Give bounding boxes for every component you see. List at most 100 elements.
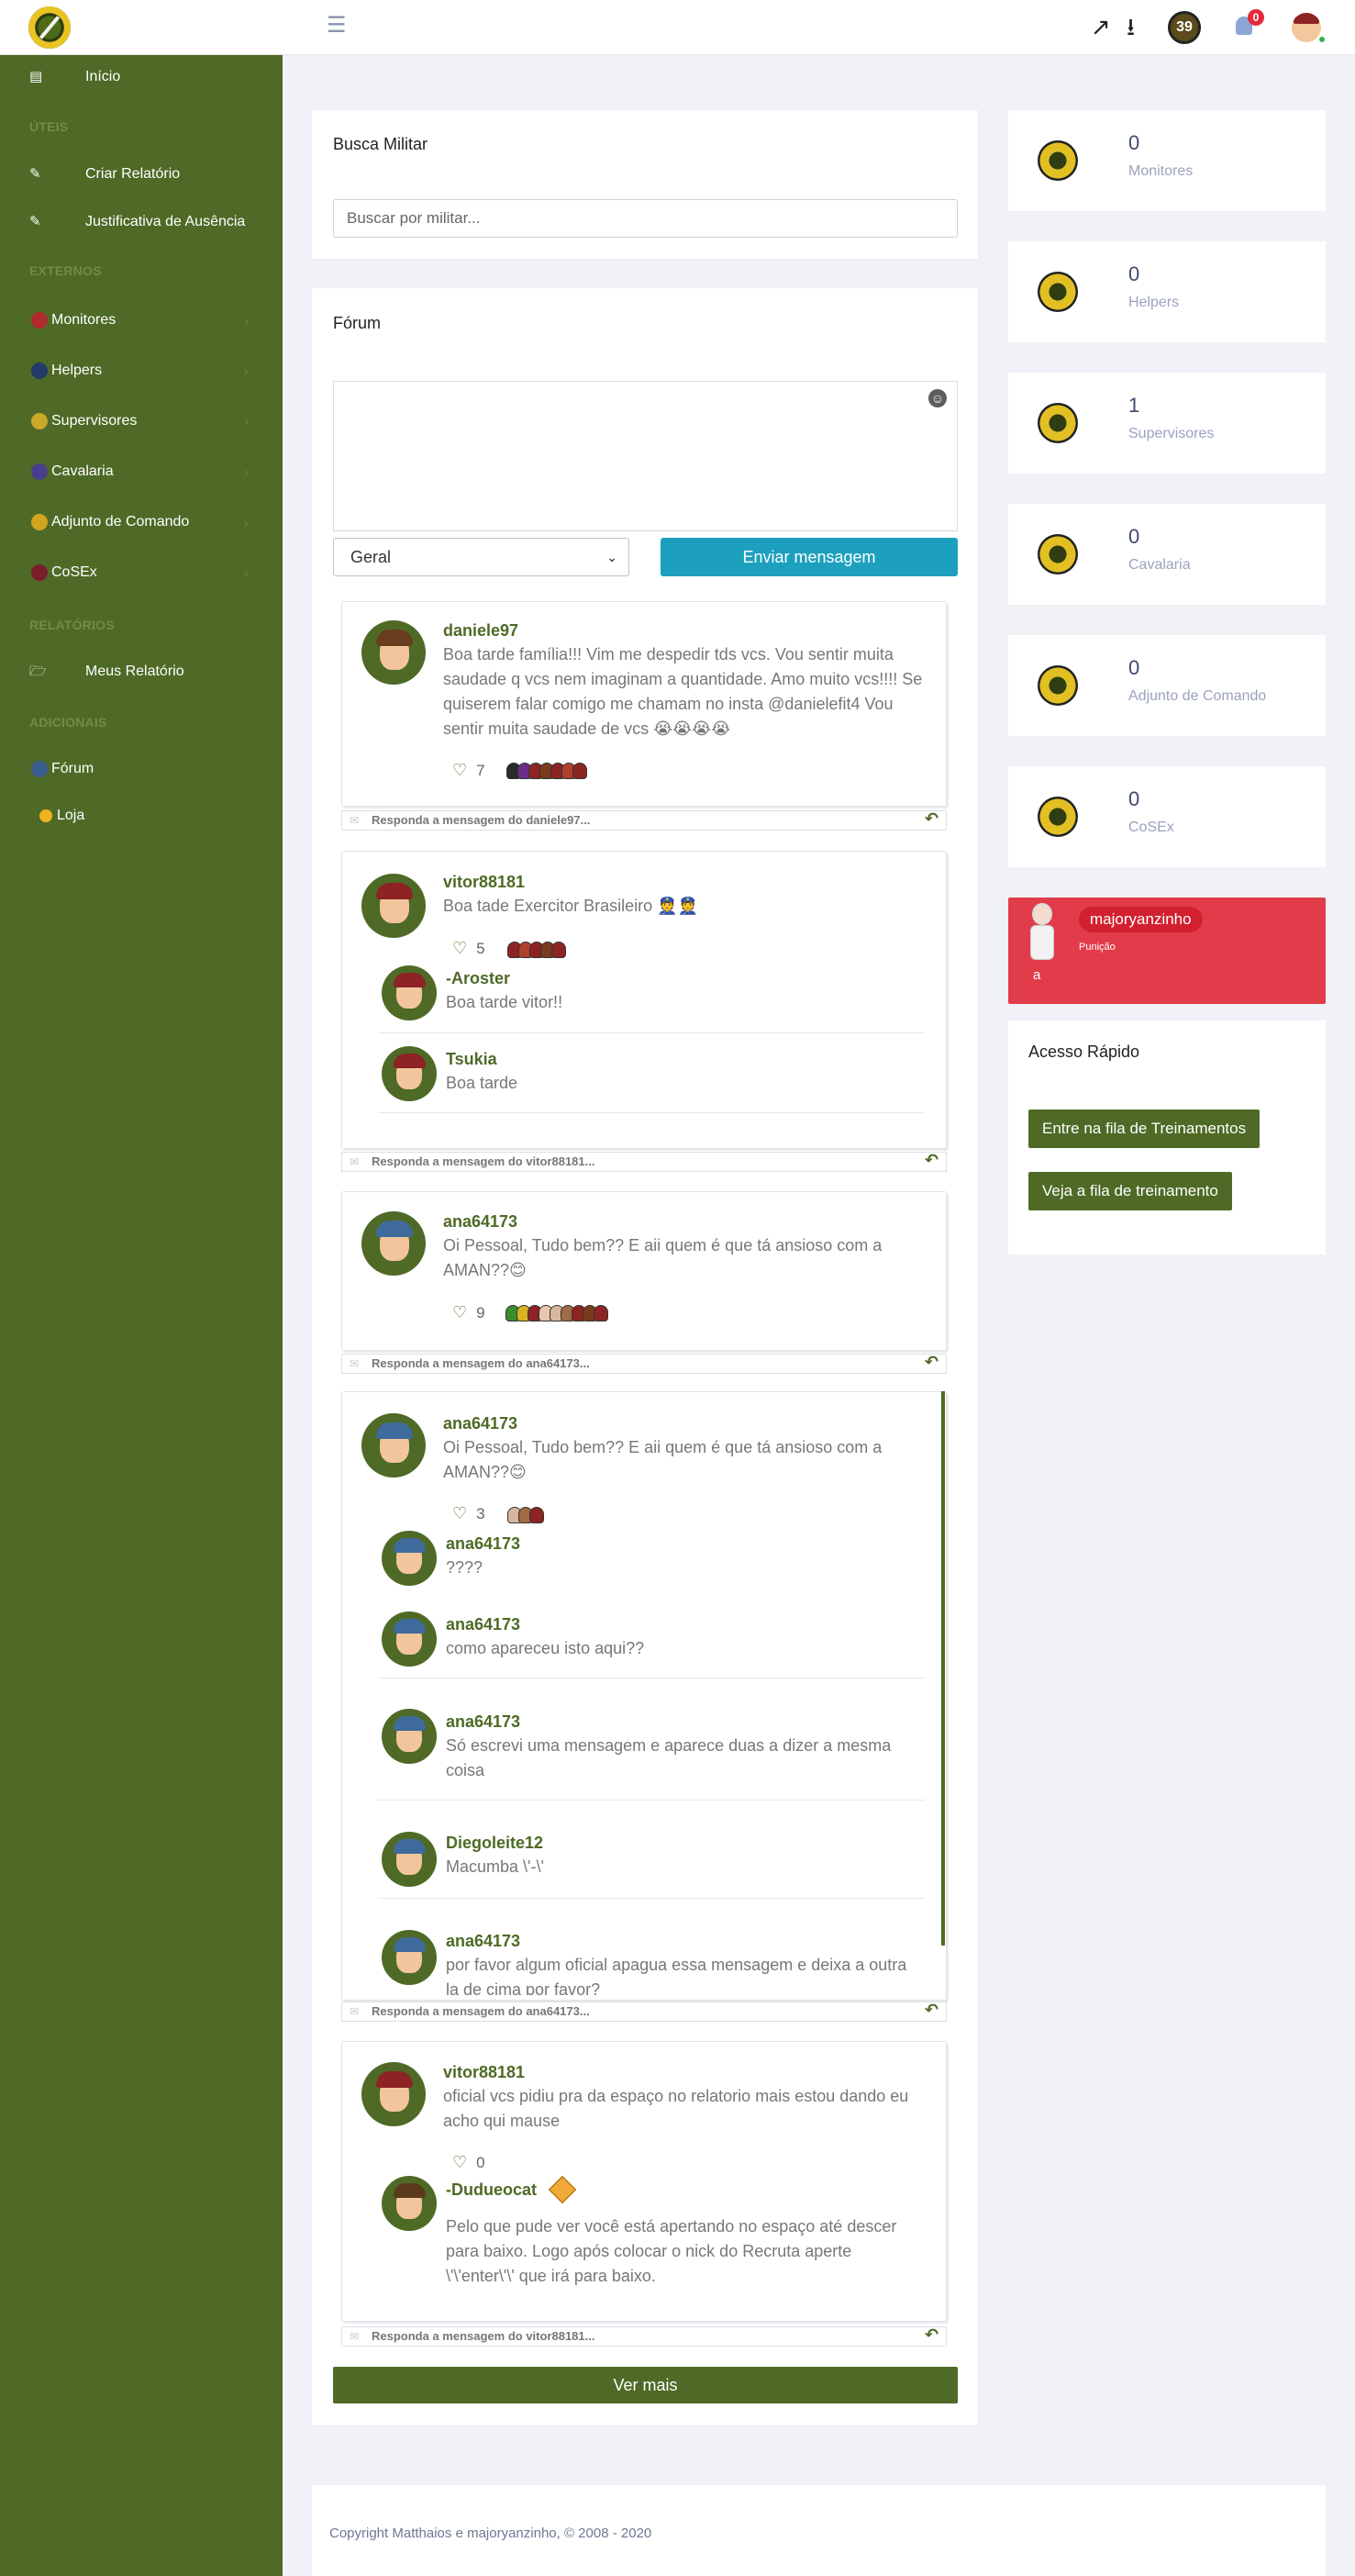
comment-username[interactable]: Diegoleite12 bbox=[446, 1834, 543, 1853]
reply-icon[interactable]: ↶ bbox=[925, 1151, 939, 1169]
adjunto-badge-icon bbox=[31, 514, 48, 530]
liker-avatars[interactable] bbox=[507, 942, 566, 958]
avatar[interactable] bbox=[361, 620, 426, 685]
post-username[interactable]: daniele97 bbox=[443, 621, 518, 641]
liker-avatars[interactable] bbox=[507, 1507, 544, 1523]
like-button[interactable]: ♡ 7 bbox=[452, 761, 485, 780]
avatar[interactable] bbox=[382, 2176, 437, 2231]
reply-bar[interactable]: ✉ Responda a mensagem do ana64173... ↶ bbox=[341, 2001, 947, 2022]
reply-icon[interactable]: ↶ bbox=[925, 1353, 939, 1371]
comments-scrollbar[interactable] bbox=[941, 1391, 945, 1946]
stat-card-helpers[interactable]: 0 Helpers bbox=[1008, 241, 1326, 342]
reply-bar[interactable]: ✉ Responda a mensagem do daniele97... ↶ bbox=[341, 809, 947, 831]
reply-bar[interactable]: ✉ Responda a mensagem do ana64173... ↶ bbox=[341, 1353, 947, 1374]
comment-username[interactable]: ana64173 bbox=[446, 1932, 520, 1951]
liker-avatars[interactable] bbox=[505, 1305, 608, 1321]
punishment-label: Punição bbox=[1079, 942, 1116, 953]
comment-username[interactable]: -Dudueocat bbox=[446, 2180, 537, 2200]
liker-avatars[interactable] bbox=[506, 763, 587, 779]
sidebar-item-cavalaria[interactable]: Cavalaria › bbox=[0, 453, 283, 490]
avatar[interactable] bbox=[361, 874, 426, 938]
comment-text: Boa tarde vitor!! bbox=[446, 993, 563, 1011]
sidebar-item-forum[interactable]: Fórum bbox=[0, 751, 283, 787]
reply-icon[interactable]: ↶ bbox=[925, 2325, 939, 2344]
like-button[interactable]: ♡ 0 bbox=[452, 2153, 485, 2172]
comment-text: ???? bbox=[446, 1558, 483, 1577]
post-username[interactable]: vitor88181 bbox=[443, 2063, 525, 2082]
rank-badge[interactable]: 39 bbox=[1168, 11, 1201, 44]
reply-icon[interactable]: ↶ bbox=[925, 809, 939, 828]
reply-bar[interactable]: ✉ Responda a mensagem do vitor88181... ↶ bbox=[341, 2325, 947, 2347]
avatar[interactable] bbox=[382, 1832, 437, 1887]
sidebar-item-monitores[interactable]: Monitores › bbox=[0, 302, 283, 339]
sidebar-item-cosex[interactable]: CoSEx › bbox=[0, 554, 283, 591]
avatar[interactable] bbox=[382, 965, 437, 1020]
heart-icon: ♡ bbox=[452, 2153, 468, 2171]
section-header-adicionais: ADICIONAIS bbox=[29, 715, 107, 730]
stat-card-adjunto[interactable]: 0 Adjunto de Comando bbox=[1008, 635, 1326, 736]
sidebar-item-label: Adjunto de Comando bbox=[51, 514, 190, 530]
avatar[interactable] bbox=[382, 1046, 437, 1101]
avatar[interactable] bbox=[361, 1413, 426, 1478]
punished-username[interactable]: majoryanzinho bbox=[1079, 907, 1203, 932]
stat-card-cavalaria[interactable]: 0 Cavalaria bbox=[1008, 504, 1326, 605]
stat-value: 0 bbox=[1128, 131, 1140, 154]
sidebar-item-meus-relatorio[interactable]: 🗁 Meus Relatório bbox=[0, 653, 283, 690]
post-text: Boa tade Exercitor Brasileiro 👮👮 bbox=[443, 897, 698, 915]
envelope-icon: ✉ bbox=[350, 814, 360, 827]
sidebar-item-supervisores[interactable]: Supervisores › bbox=[0, 403, 283, 440]
stat-card-monitores[interactable]: 0 Monitores bbox=[1008, 110, 1326, 211]
post-username[interactable]: ana64173 bbox=[443, 1414, 517, 1433]
reply-placeholder: Responda a mensagem do vitor88181... bbox=[372, 1154, 595, 1168]
punished-user-avatar[interactable] bbox=[1027, 901, 1056, 964]
search-title: Busca Militar bbox=[333, 135, 428, 153]
sidebar-item-helpers[interactable]: Helpers › bbox=[0, 352, 283, 389]
download-icon[interactable]: ⭳ bbox=[1127, 13, 1135, 40]
reply-icon[interactable]: ↶ bbox=[925, 2001, 939, 2019]
external-link-icon[interactable]: ↗ bbox=[1091, 13, 1111, 40]
avatar[interactable] bbox=[382, 1531, 437, 1586]
comment-username[interactable]: ana64173 bbox=[446, 1534, 520, 1554]
search-input[interactable] bbox=[333, 199, 958, 238]
avatar[interactable] bbox=[382, 1611, 437, 1667]
logo-emblem[interactable] bbox=[28, 6, 71, 49]
sidebar-item-inicio[interactable]: ▤ Início bbox=[0, 59, 283, 95]
view-training-queue-button[interactable]: Veja a fila de treinamento bbox=[1028, 1172, 1232, 1210]
helpers-badge-icon bbox=[31, 362, 48, 379]
post-text: Boa tarde família!!! Vim me despedir tds… bbox=[443, 645, 923, 738]
sidebar-item-justificativa[interactable]: ✎ Justificativa de Ausência bbox=[0, 204, 283, 240]
cavalaria-emblem-icon bbox=[1038, 534, 1078, 574]
monitores-emblem-icon bbox=[1038, 140, 1078, 181]
post-username[interactable]: vitor88181 bbox=[443, 873, 525, 892]
comment-username[interactable]: ana64173 bbox=[446, 1615, 520, 1634]
message-textarea[interactable] bbox=[333, 381, 958, 531]
send-message-button[interactable]: Enviar mensagem bbox=[661, 538, 958, 576]
stat-value: 0 bbox=[1128, 656, 1140, 679]
sidebar-item-criar-relatorio[interactable]: ✎ Criar Relatório bbox=[0, 156, 283, 193]
post-username[interactable]: ana64173 bbox=[443, 1212, 517, 1232]
join-training-queue-button[interactable]: Entre na fila de Treinamentos bbox=[1028, 1110, 1261, 1148]
reply-bar[interactable]: ✉ Responda a mensagem do vitor88181... ↶ bbox=[341, 1151, 947, 1172]
monitores-badge-icon bbox=[31, 312, 48, 329]
avatar[interactable] bbox=[361, 2062, 426, 2126]
avatar[interactable] bbox=[382, 1930, 437, 1985]
see-more-button[interactable]: Ver mais bbox=[333, 2367, 958, 2403]
stat-card-supervisores[interactable]: 1 Supervisores bbox=[1008, 373, 1326, 474]
like-button[interactable]: ♡ 5 bbox=[452, 939, 485, 958]
sidebar-item-adjunto[interactable]: Adjunto de Comando › bbox=[0, 504, 283, 541]
menu-toggle-icon[interactable]: ☰ bbox=[327, 15, 347, 37]
online-status-dot bbox=[1317, 35, 1327, 44]
like-button[interactable]: ♡ 3 bbox=[452, 1504, 485, 1523]
comment-username[interactable]: ana64173 bbox=[446, 1712, 520, 1732]
emoji-icon[interactable]: ☺ bbox=[928, 389, 947, 407]
sidebar-item-loja[interactable]: Loja bbox=[0, 797, 283, 834]
cavalaria-badge-icon bbox=[31, 463, 48, 480]
category-select[interactable]: Geral ⌄ bbox=[333, 538, 629, 576]
like-button[interactable]: ♡ 9 bbox=[452, 1303, 485, 1322]
comment-username[interactable]: Tsukia bbox=[446, 1050, 497, 1069]
avatar[interactable] bbox=[382, 1709, 437, 1764]
footer: Copyright Matthaios e majoryanzinho, © 2… bbox=[312, 2485, 1326, 2576]
comment-username[interactable]: -Aroster bbox=[446, 969, 510, 988]
stat-card-cosex[interactable]: 0 CoSEx bbox=[1008, 766, 1326, 867]
avatar[interactable] bbox=[361, 1211, 426, 1276]
